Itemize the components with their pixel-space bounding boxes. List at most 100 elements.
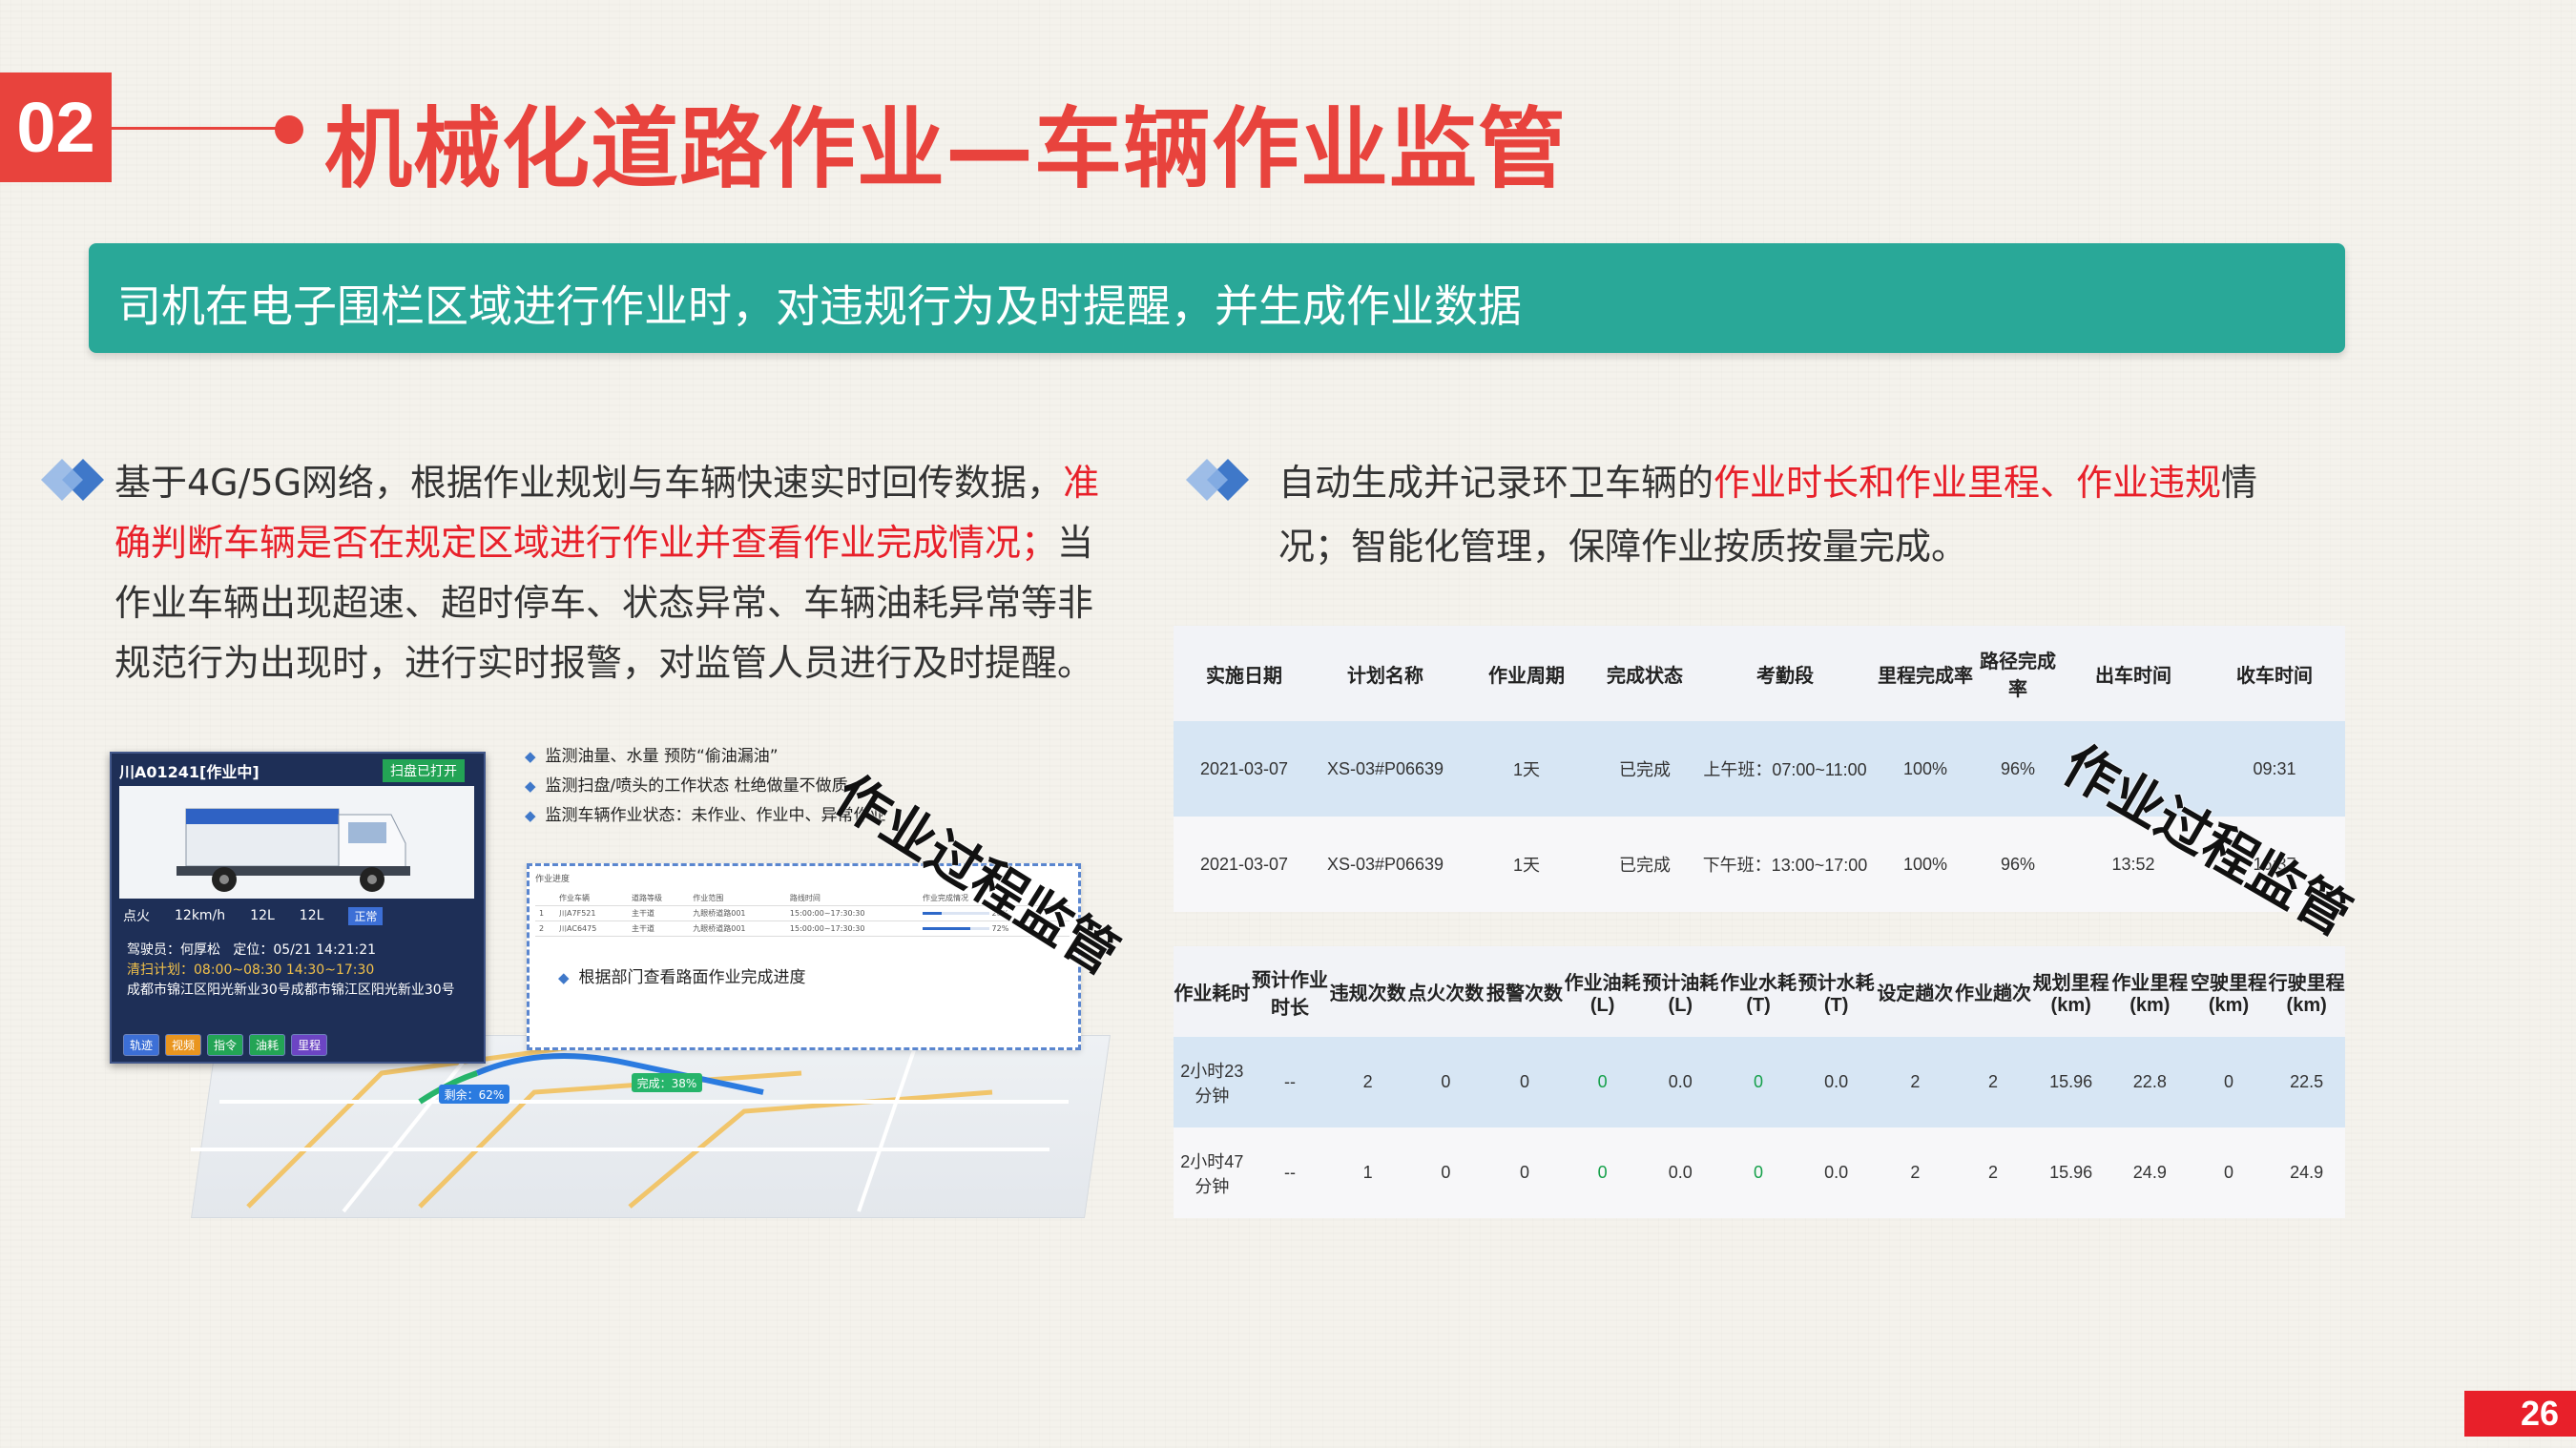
table-cell: 100% [1878,721,1973,817]
video-button[interactable]: 视频 [165,1034,202,1056]
vehicle-info-card[interactable]: 川A01241[作业中] 扫盘已打开 点火 12km/h 12L 12L 正常 … [110,752,486,1064]
table-cell: 0 [1719,1127,1797,1218]
progress-cell: 九眼桥道路001 [689,905,786,921]
water-value: 12L [299,908,324,923]
table-cell: 22.8 [2109,1037,2190,1127]
table-header-cell: 作业趟次 [1954,946,2032,1037]
progress-cell: 主干道 [627,921,690,937]
table-cell: 0 [2189,1127,2269,1218]
table-cell: 0.0 [1797,1127,1876,1218]
table-cell: 2 [1875,1127,1955,1218]
table-cell: 0.0 [1640,1127,1720,1218]
table-cell: 100% [1878,817,1973,912]
table-row[interactable]: 2小时23分钟 -- 2 0 0 0 0.0 0 0.0 2 2 15.96 2… [1174,1037,2345,1127]
table-cell: 下午班：13:00~17:00 [1693,817,1878,912]
subtitle-banner: 司机在电子围栏区域进行作业时，对违规行为及时提醒，并生成作业数据 [89,243,2345,353]
table-cell: 22.5 [2268,1037,2345,1127]
table-cell: 96% [1973,817,2063,912]
title-connector-line [112,127,283,130]
table-cell: 已完成 [1597,721,1693,817]
table-header-cell: 作业水耗(T) [1719,946,1797,1037]
table-cell: 2 [1329,1037,1406,1127]
vehicle-details: 驾驶员：何厚松 定位：05/21 14:21:21 清扫计划：08:00~08:… [127,941,470,1001]
table-cell: XS-03#P06639 [1315,817,1456,912]
truck-image [119,786,474,899]
track-button[interactable]: 轨迹 [123,1034,160,1056]
section-number: 02 [0,72,112,182]
table-cell: 1天 [1456,817,1597,912]
progress-panel-title: 作业进度 [535,875,571,884]
table-header-cell: 点火次数 [1405,946,1485,1037]
table-cell: 0 [1564,1037,1641,1127]
title-connector-dot [275,115,303,144]
fuel-consumption-button[interactable]: 油耗 [249,1034,286,1056]
table-header-cell: 实施日期 [1174,626,1315,721]
map-remaining-badge: 剩余：62% [445,1087,505,1102]
table-header-row: 实施日期 计划名称 作业周期 完成状态 考勤段 里程完成率 路径完成率 出车时间… [1174,626,2345,721]
table-row[interactable]: 2小时47分钟 -- 1 0 0 0 0.0 0 0.0 2 2 15.96 2… [1174,1127,2345,1218]
table-header-cell: 计划名称 [1315,626,1456,721]
table-cell: 0 [1485,1127,1565,1218]
table-cell: 24.9 [2268,1127,2345,1218]
table-header-cell: 预计油耗(L) [1640,946,1720,1037]
table-header-cell: 路径完成率 [1973,626,2063,721]
table-header-cell: 里程完成率 [1878,626,1973,721]
command-button[interactable]: 指令 [207,1034,244,1056]
vehicle-address: 成都市锦江区阳光新业30号成都市锦江区阳光新业30号 [127,983,455,998]
work-metrics-table: 作业耗时 预计作业时长 违规次数 点火次数 报警次数 作业油耗(L) 预计油耗(… [1174,946,2345,1218]
sweeper-status-badge: 扫盘已打开 [383,759,465,782]
table-cell: 2 [1875,1037,1955,1127]
driver-name: 驾驶员：何厚松 [127,942,220,958]
vehicle-status-tag: 正常 [348,906,384,925]
map-completed-badge: 完成：38% [637,1076,697,1090]
table-cell: 0 [1405,1037,1485,1127]
progress-cell: 川A7F521 [555,905,628,921]
table-cell: 2021-03-07 [1174,721,1315,817]
table-cell: 1天 [1456,721,1597,817]
table-cell: 2 [1954,1127,2032,1218]
table-header-cell: 收车时间 [2204,626,2345,721]
progress-cell: 川AC6475 [555,921,628,937]
progress-col-header: 道路等级 [627,891,690,906]
table-header-cell: 出车时间 [2063,626,2204,721]
table-header-cell: 预计水耗(T) [1797,946,1876,1037]
table-header-cell: 作业耗时 [1174,946,1251,1037]
table-header-cell: 设定趟次 [1875,946,1955,1037]
progress-cell: 1 [535,905,556,921]
progress-bar-fill [922,912,942,915]
progress-cell: 15:00:00~17:30:30 [785,905,919,921]
table-cell: 0 [2189,1037,2269,1127]
page-title: 机械化道路作业—车辆作业监管 [324,98,1568,200]
monitor-item: 监测油量、水量 预防“偷油漏油” [525,742,886,772]
monitor-item: 监测扫盘/喷头的工作状态 杜绝做量不做质 [525,772,886,801]
location-time: 定位：05/21 14:21:21 [233,942,377,958]
table-cell: 0 [1405,1127,1485,1218]
diamond-bullet-icon [1186,459,1249,501]
diamond-bullet-icon [41,459,104,501]
right-bullet-text-a: 自动生成并记录环卫车辆的 [1278,462,1714,504]
table-header-cell: 考勤段 [1693,626,1878,721]
progress-cell: 2 [535,921,556,937]
left-bullet-text: 基于4G/5G网络，根据作业规划与车辆快速实时回传数据，准确判断车辆是否在规定区… [114,453,1116,693]
table-cell: 已完成 [1597,817,1693,912]
table-cell: 0 [1564,1127,1641,1218]
speed-value: 12km/h [175,908,226,923]
table-cell: 1 [1329,1127,1406,1218]
table-cell: 0 [1719,1037,1797,1127]
banner-text: 司机在电子围栏区域进行作业时，对违规行为及时提醒，并生成作业数据 [117,280,1522,332]
left-bullet-text-a: 基于4G/5G网络，根据作业规划与车辆快速实时回传数据， [114,462,1064,504]
table-cell: -- [1250,1127,1330,1218]
table-cell: XS-03#P06639 [1315,721,1456,817]
mileage-button[interactable]: 里程 [291,1034,328,1056]
progress-cell: 九眼桥道路001 [689,921,786,937]
table-cell: 15.96 [2031,1037,2110,1127]
table-cell: 0.0 [1797,1037,1876,1127]
table-cell: 上午班：07:00~11:00 [1693,721,1878,817]
progress-bar-fill [922,927,971,930]
table-header-cell: 空驶里程(km) [2189,946,2269,1037]
street-sweeper-truck-icon [177,808,410,892]
progress-col-header: 作业车辆 [555,891,628,906]
table-header-cell: 作业里程(km) [2109,946,2190,1037]
vehicle-stats-row: 点火 12km/h 12L 12L 正常 [123,906,474,925]
right-bullet-text-highlight: 作业时长和作业里程、作业违规 [1714,462,2222,504]
